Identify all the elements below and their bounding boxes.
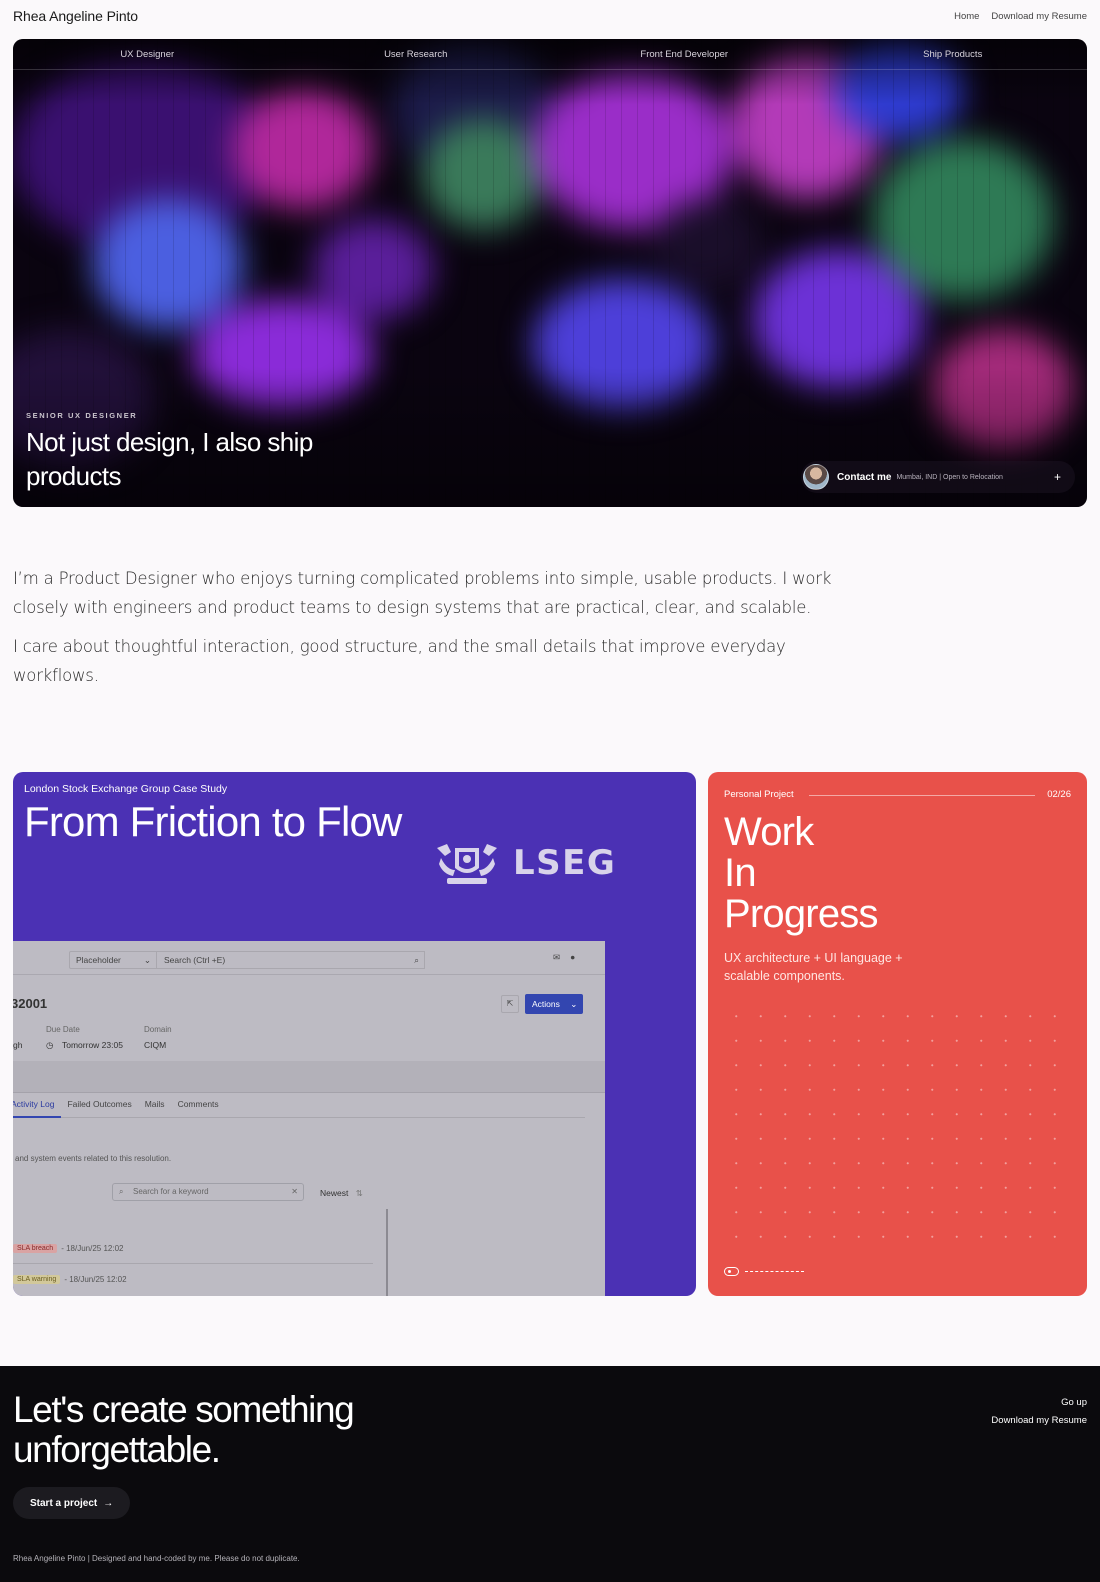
clock-icon: ◷	[46, 1040, 54, 1050]
top-nav: Home Download my Resume	[954, 11, 1087, 22]
footer: Let's create something unforgettable. Go…	[0, 1366, 1100, 1582]
mockup-search-field: Search (Ctrl +E) ⌕	[157, 951, 425, 969]
hero-tab-user-research[interactable]: User Research	[282, 39, 551, 69]
footer-copyright: Rhea Angeline Pinto | Designed and hand-…	[13, 1554, 300, 1563]
nav-resume-link[interactable]: Download my Resume	[991, 11, 1087, 22]
search-icon: ⌕	[119, 1187, 124, 1196]
start-project-button[interactable]: Start a project →	[13, 1487, 131, 1519]
contact-button[interactable]: Contact me Mumbai, IND | Open to Relocat…	[801, 461, 1075, 493]
close-icon: ✕	[291, 1187, 298, 1196]
mockup-description: and system events related to this resolu…	[15, 1154, 172, 1163]
chevron-down-icon: ⌄	[570, 999, 578, 1009]
mockup-actions-button: Actions ⌄	[525, 994, 583, 1014]
hero-title: Not just design, I also ship products	[26, 427, 313, 491]
intro-paragraph-2: I care about thoughtful interaction, goo…	[13, 637, 786, 685]
mockup-log-row: SLA warning - 18/Jun/25 12:02	[13, 1275, 127, 1284]
mockup-select-value: Placeholder	[76, 955, 121, 965]
mockup-due-date-label: Due Date	[46, 1025, 80, 1034]
wip-title: Work In Progress	[724, 812, 878, 935]
arrow-right-icon: →	[103, 1497, 114, 1509]
intro-paragraph-1: I’m a Product Designer who enjoys turnin…	[13, 569, 832, 617]
wip-title-line-1: Work	[724, 810, 814, 854]
mockup-domain-value: CIQM	[144, 1040, 167, 1050]
mockup-header-icons: ✉ ●	[553, 952, 575, 963]
wip-description: UX architecture + UI language + scalable…	[724, 951, 903, 983]
search-icon: ⌕	[414, 955, 419, 965]
app-mockup-screenshot: Placeholder ⌄ Search (Ctrl +E) ⌕ ✉ ● 320…	[13, 941, 605, 1296]
footer-headline: Let's create something unforgettable.	[13, 1389, 355, 1470]
project-card-wip[interactable]: Personal Project 02/26 Work In Progress …	[708, 772, 1087, 1296]
hero-eyebrow: SENIOR UX DESIGNER	[26, 411, 138, 420]
mockup-log-time: - 18/Jun/25 12:02	[64, 1275, 127, 1284]
wip-project-counter: 02/26	[1047, 789, 1071, 800]
mockup-badge-sla-warning: SLA warning	[13, 1275, 61, 1284]
hero-tab-front-end[interactable]: Front End Developer	[550, 39, 819, 69]
hero-role-tabs: UX Designer User Research Front End Deve…	[13, 39, 1087, 70]
top-bar: Rhea Angeline Pinto Home Download my Res…	[13, 0, 1087, 32]
mockup-log-row: SLA breach - 18/Jun/25 12:02	[13, 1244, 123, 1253]
mockup-tab-failed-outcomes: Failed Outcomes	[67, 1099, 132, 1109]
sort-icon: ⇅	[355, 1188, 363, 1198]
mockup-sort: Newest ⇅	[320, 1188, 363, 1199]
mockup-scrollbar	[386, 1209, 388, 1296]
nav-home-link[interactable]: Home	[954, 11, 979, 22]
case-study-title: From Friction to Flow	[24, 798, 402, 845]
eye-icon	[724, 1267, 739, 1276]
share-icon: ⇱	[501, 995, 519, 1013]
mockup-keyword-placeholder: Search for a keyword	[133, 1187, 209, 1196]
go-up-link[interactable]: Go up	[991, 1394, 1087, 1412]
lseg-wordmark: LSEG	[513, 843, 617, 883]
mockup-record-id: 32001	[13, 996, 48, 1011]
mockup-keyword-search: ⌕ Search for a keyword ✕	[112, 1183, 304, 1201]
mockup-sticky-band	[13, 1061, 605, 1093]
footer-resume-link[interactable]: Download my Resume	[991, 1412, 1087, 1430]
mockup-badge-sla-breach: SLA breach	[13, 1244, 58, 1253]
mockup-placeholder-select: Placeholder ⌄	[69, 951, 157, 969]
mockup-left-value: gh	[13, 1040, 23, 1050]
hero-tab-ship-products[interactable]: Ship Products	[819, 39, 1088, 69]
avatar	[803, 464, 829, 490]
hero-tab-ux-designer[interactable]: UX Designer	[13, 39, 282, 69]
wip-title-line-2: In	[724, 851, 757, 895]
wip-dashed-line	[745, 1271, 804, 1272]
intro-text: I’m a Product Designer who enjoys turnin…	[13, 565, 853, 690]
start-project-label: Start a project	[30, 1497, 98, 1509]
contact-location: Mumbai, IND | Open to Relocation	[896, 473, 1003, 481]
wip-progress-indicator	[724, 1267, 804, 1276]
mockup-tabs: Activity Log Failed Outcomes Mails Comme…	[13, 1099, 219, 1109]
wip-eyebrow: Personal Project	[724, 789, 794, 800]
mockup-search-placeholder: Search (Ctrl +E)	[164, 955, 226, 965]
mockup-sort-label: Newest	[320, 1188, 349, 1198]
footer-links: Go up Download my Resume	[991, 1394, 1087, 1430]
mockup-log-time: - 18/Jun/25 12:02	[61, 1244, 124, 1253]
wip-divider-line	[809, 795, 1035, 796]
mockup-tab-activity-log: Activity Log	[13, 1099, 55, 1109]
lseg-crest-icon	[437, 844, 497, 884]
mockup-due-date-value: Tomorrow 23:05	[62, 1040, 123, 1050]
case-study-eyebrow: London Stock Exchange Group Case Study	[24, 783, 228, 795]
mockup-row-divider	[13, 1263, 373, 1264]
mockup-tab-active-indicator	[13, 1116, 61, 1118]
wip-dot-grid	[724, 1004, 1067, 1244]
mockup-tab-mails: Mails	[144, 1099, 165, 1109]
mockup-tab-comments: Comments	[177, 1099, 219, 1109]
plus-icon[interactable]: +	[1054, 470, 1061, 484]
contact-label: Contact me	[837, 471, 892, 483]
mail-icon: ✉	[553, 952, 561, 962]
brand-name[interactable]: Rhea Angeline Pinto	[13, 8, 138, 24]
chevron-down-icon: ⌄	[143, 955, 151, 965]
wip-title-line-3: Progress	[724, 892, 878, 936]
mockup-actions-label: Actions	[532, 999, 560, 1009]
hero-banner: UX Designer User Research Front End Deve…	[13, 39, 1087, 507]
lseg-logo: LSEG	[433, 840, 616, 886]
case-study-card-lseg[interactable]: London Stock Exchange Group Case Study F…	[13, 772, 696, 1296]
mockup-domain-label: Domain	[144, 1025, 172, 1034]
mockup-tab-divider	[13, 1117, 585, 1118]
user-icon: ●	[570, 952, 576, 962]
